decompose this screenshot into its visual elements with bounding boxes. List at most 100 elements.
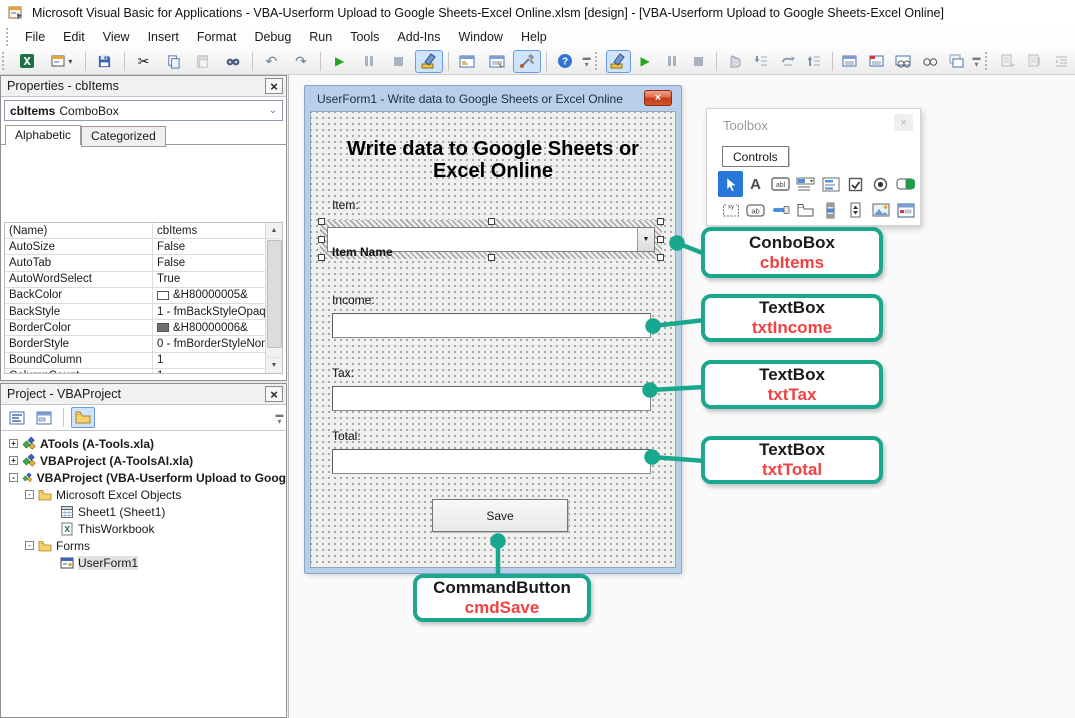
- tree-item-vbaproject-atoolsai[interactable]: + VBAProject (A-ToolsAI.xla): [1, 452, 286, 469]
- standard-toolbar-grip[interactable]: [2, 52, 8, 70]
- designer-titlebar[interactable]: UserForm1 - Write data to Google Sheets …: [305, 86, 681, 111]
- watch-window-button[interactable]: [891, 50, 916, 73]
- menu-help[interactable]: Help: [512, 27, 556, 47]
- total-label[interactable]: Total:: [332, 429, 361, 443]
- find-button[interactable]: [219, 50, 247, 73]
- property-row[interactable]: BoundColumn1: [5, 353, 282, 369]
- comment-block-button[interactable]: [996, 50, 1021, 73]
- step-over-button[interactable]: [775, 50, 800, 73]
- toggle-folders-button[interactable]: [71, 407, 95, 428]
- tab-categorized[interactable]: Categorized: [81, 126, 166, 147]
- expander-icon[interactable]: +: [9, 456, 18, 465]
- menu-addins[interactable]: Add-Ins: [388, 27, 449, 47]
- toolbox-image[interactable]: [868, 197, 893, 223]
- menu-grip[interactable]: [6, 28, 12, 46]
- immediate-window-button[interactable]: [864, 50, 889, 73]
- toggle-breakpoint-button[interactable]: [722, 50, 747, 73]
- toolbox-combobox[interactable]: [793, 171, 818, 197]
- property-row[interactable]: AutoWordSelectTrue: [5, 272, 282, 288]
- menu-file[interactable]: File: [16, 27, 54, 47]
- save-button[interactable]: [91, 50, 119, 73]
- debug-design-mode-button[interactable]: [606, 50, 631, 73]
- undo-button[interactable]: ↶: [257, 50, 285, 73]
- view-object-button[interactable]: [32, 407, 56, 428]
- edit-toolbar-grip[interactable]: [985, 52, 991, 70]
- toolbox-spinbutton[interactable]: [843, 197, 868, 223]
- view-code-button[interactable]: [5, 407, 29, 428]
- copy-button[interactable]: [159, 50, 187, 73]
- project-panel-header[interactable]: Project - VBAProject ×: [1, 384, 286, 405]
- tab-alphabetic[interactable]: Alphabetic: [5, 125, 81, 145]
- property-row[interactable]: BackStyle1 - fmBackStyleOpaque: [5, 304, 282, 320]
- property-grid-scrollbar[interactable]: ▲ ▼: [265, 223, 282, 373]
- debug-reset-button[interactable]: [686, 50, 711, 73]
- toolbox-listbox[interactable]: [818, 171, 843, 197]
- selection-handle[interactable]: [488, 254, 495, 261]
- break-button[interactable]: [355, 50, 383, 73]
- object-selector-dropdown[interactable]: cbItems ComboBox ⌄: [4, 100, 283, 121]
- menu-window[interactable]: Window: [450, 27, 512, 47]
- toolbox-refedit[interactable]: [893, 197, 918, 223]
- locals-window-button[interactable]: [838, 50, 863, 73]
- design-mode-button[interactable]: [415, 50, 443, 73]
- selection-handle[interactable]: [488, 218, 495, 225]
- project-toolbar-overflow[interactable]: ▬▾: [273, 407, 286, 429]
- selection-handle[interactable]: [657, 218, 664, 225]
- txtincome-textbox[interactable]: [332, 313, 651, 338]
- reset-button[interactable]: [385, 50, 413, 73]
- project-close-button[interactable]: ×: [265, 386, 283, 402]
- insert-userform-button[interactable]: ▾: [43, 50, 81, 73]
- help-button[interactable]: ?: [552, 50, 580, 73]
- toolbox-select-objects[interactable]: [718, 171, 743, 197]
- scroll-thumb[interactable]: [267, 240, 282, 348]
- tax-label[interactable]: Tax:: [332, 366, 354, 380]
- menu-debug[interactable]: Debug: [245, 27, 300, 47]
- tree-item-thisworkbook[interactable]: ThisWorkbook: [1, 520, 286, 537]
- quick-watch-button[interactable]: [918, 50, 943, 73]
- selection-handle[interactable]: [318, 218, 325, 225]
- debug-toolbar-overflow[interactable]: ▬▾: [970, 50, 983, 72]
- call-stack-button[interactable]: [944, 50, 969, 73]
- menu-tools[interactable]: Tools: [341, 27, 388, 47]
- expander-icon[interactable]: -: [25, 490, 34, 499]
- tree-item-atools[interactable]: + ATools (A-Tools.xla): [1, 435, 286, 452]
- txttotal-textbox[interactable]: [332, 449, 651, 474]
- designer-close-button[interactable]: ×: [644, 90, 672, 106]
- toolbox-scrollbar[interactable]: [818, 197, 843, 223]
- standard-toolbar-overflow[interactable]: ▬▾: [580, 50, 593, 72]
- toolbox-tabstrip[interactable]: [768, 197, 793, 223]
- item-label[interactable]: Item:: [332, 198, 359, 212]
- property-row[interactable]: ColumnCount1: [5, 369, 282, 374]
- menu-format[interactable]: Format: [188, 27, 246, 47]
- selection-handle[interactable]: [657, 236, 664, 243]
- property-row[interactable]: BorderColor&H80000006&: [5, 320, 282, 336]
- toolbox-tab-controls[interactable]: Controls: [722, 146, 789, 167]
- tree-item-userform1[interactable]: UserForm1: [1, 554, 286, 571]
- property-row[interactable]: BorderStyle0 - fmBorderStyleNone: [5, 336, 282, 352]
- selection-handle[interactable]: [318, 254, 325, 261]
- toolbox-textbox[interactable]: abl: [768, 171, 793, 197]
- debug-run-button[interactable]: ▶: [633, 50, 658, 73]
- run-sub-userform-button[interactable]: ▶: [326, 50, 354, 73]
- step-out-button[interactable]: [802, 50, 827, 73]
- scroll-up-button[interactable]: ▲: [266, 223, 283, 239]
- tree-item-excel-objects[interactable]: - Microsoft Excel Objects: [1, 486, 286, 503]
- insert-dropdown-caret[interactable]: ▾: [68, 57, 72, 66]
- menu-insert[interactable]: Insert: [139, 27, 188, 47]
- debug-break-button[interactable]: [659, 50, 684, 73]
- property-row[interactable]: BackColor&H80000005&: [5, 288, 282, 304]
- project-explorer-button[interactable]: [454, 50, 482, 73]
- properties-window-button[interactable]: [483, 50, 511, 73]
- step-into-button[interactable]: [749, 50, 774, 73]
- expander-icon[interactable]: -: [25, 541, 34, 550]
- redo-button[interactable]: ↷: [287, 50, 315, 73]
- toolbox-frame[interactable]: xy: [718, 197, 743, 223]
- property-row[interactable]: AutoTabFalse: [5, 255, 282, 271]
- cmdsave-button[interactable]: Save: [432, 499, 568, 532]
- toolbox-optionbutton[interactable]: [868, 171, 893, 197]
- menu-run[interactable]: Run: [300, 27, 341, 47]
- tree-item-sheet1[interactable]: Sheet1 (Sheet1): [1, 503, 286, 520]
- income-label[interactable]: Income:: [332, 293, 375, 307]
- toolbox-checkbox[interactable]: [843, 171, 868, 197]
- txttax-textbox[interactable]: [332, 386, 651, 411]
